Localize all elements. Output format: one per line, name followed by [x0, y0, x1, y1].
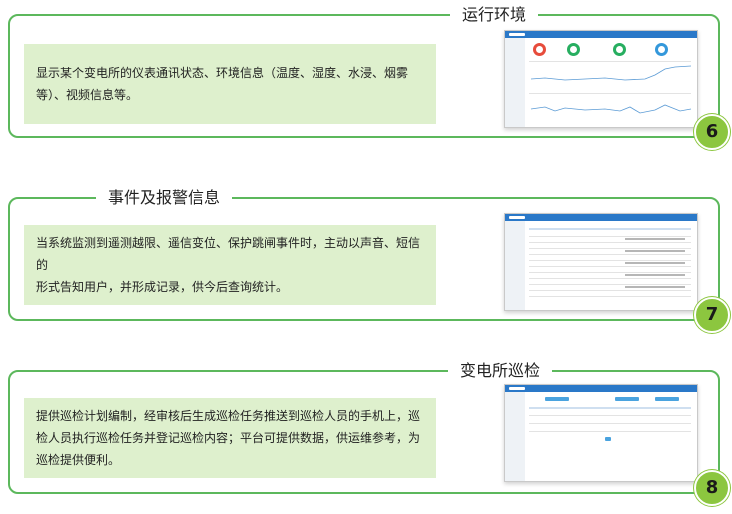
description-line: 当系统监测到遥测越限、遥信变位、保护跳闸事件时，主动以声音、短信的: [36, 236, 421, 272]
section-events-alarms: 事件及报警信息 当系统监测到遥测越限、遥信变位、保护跳闸事件时，主动以声音、短信…: [8, 188, 730, 333]
screenshot-thumbnail: [504, 30, 698, 128]
description-line: 巡检提供便利。: [36, 453, 121, 467]
description-line: 等）、视频信息等。: [36, 88, 139, 102]
description-line: 显示某个变电所的仪表通讯状态、环境信息（温度、湿度、水浸、烟雾: [36, 66, 409, 80]
section-description: 提供巡检计划编制，经审核后生成巡检任务推送到巡检人员的手机上，巡 检人员执行巡检…: [24, 398, 436, 478]
description-line: 检人员执行巡检任务并登记巡检内容；平台可提供数据，供运维参考，为: [36, 431, 421, 445]
section-number-badge: 6: [694, 114, 730, 150]
screenshot-thumbnail: [504, 384, 698, 482]
section-description: 当系统监测到遥测越限、遥信变位、保护跳闸事件时，主动以声音、短信的 形式告知用户…: [24, 225, 436, 305]
description-line: 形式告知用户，并形成记录，供今后查询统计。: [36, 280, 289, 294]
section-title: 运行环境: [449, 5, 538, 25]
screenshot-thumbnail: [504, 213, 698, 311]
section-title: 变电所巡检: [447, 361, 552, 381]
section-number-badge: 7: [694, 297, 730, 333]
section-description: 显示某个变电所的仪表通讯状态、环境信息（温度、湿度、水浸、烟雾 等）、视频信息等…: [24, 44, 436, 124]
section-runtime-environment: 运行环境 显示某个变电所的仪表通讯状态、环境信息（温度、湿度、水浸、烟雾 等）、…: [8, 5, 730, 150]
section-title: 事件及报警信息: [96, 188, 233, 208]
thumbnail-chart: [530, 65, 692, 114]
section-substation-inspection: 变电所巡检 提供巡检计划编制，经审核后生成巡检任务推送到巡检人员的手机上，巡 检…: [8, 361, 730, 506]
section-number-badge: 8: [694, 470, 730, 506]
description-line: 提供巡检计划编制，经审核后生成巡检任务推送到巡检人员的手机上，巡: [36, 409, 421, 423]
